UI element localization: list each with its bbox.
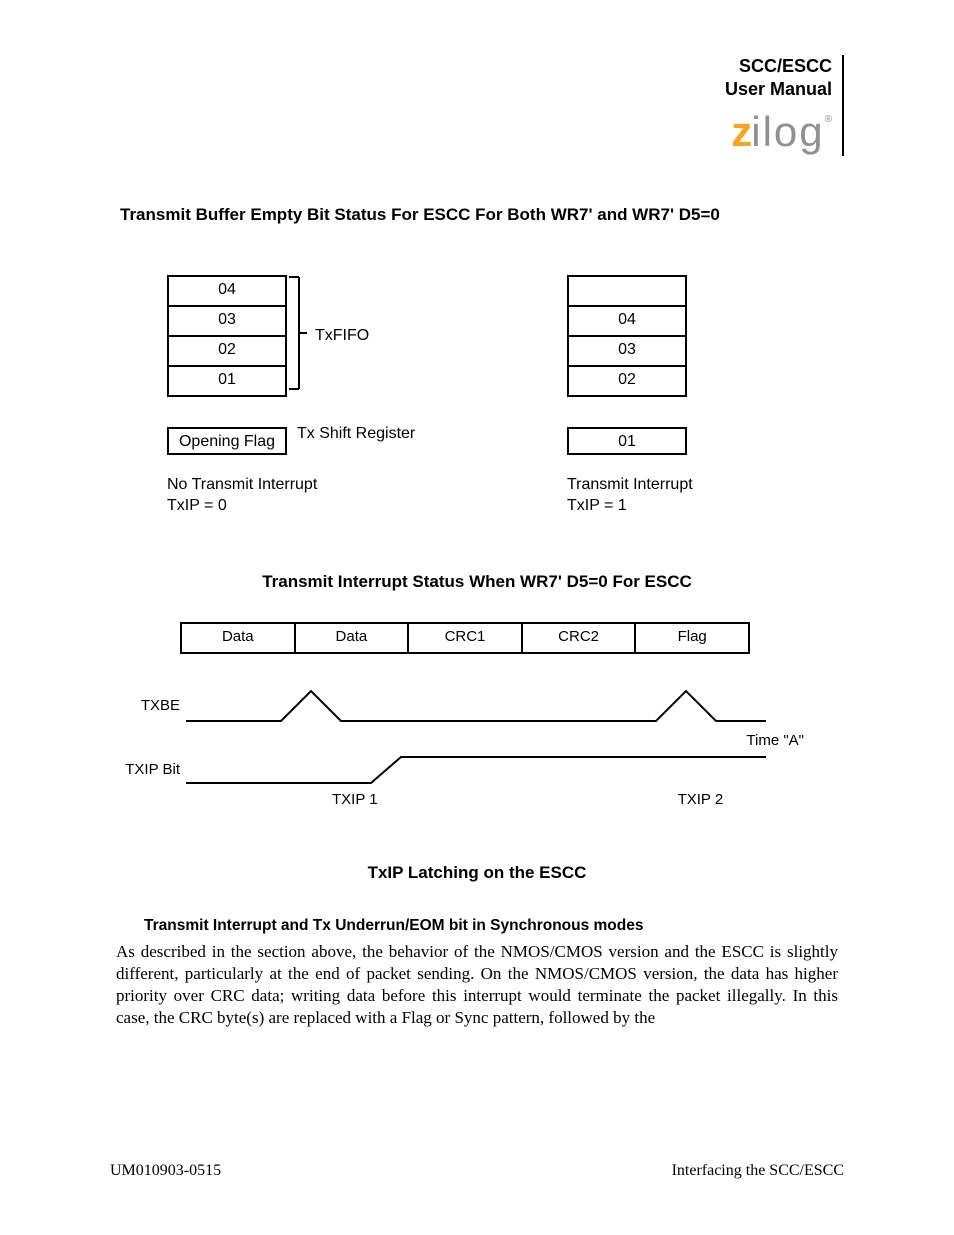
txip1-label: TXIP 1	[332, 791, 378, 808]
txbe-signal-row: TXBE	[120, 686, 834, 726]
logo-registered: ®	[825, 114, 832, 125]
fifo-cell: 04	[169, 277, 285, 307]
section-heading: Transmit Buffer Empty Bit Status For ESC…	[120, 205, 844, 225]
fifo-left-shift: Opening Flag	[167, 427, 287, 455]
byte-row: Data Data CRC1 CRC2 Flag	[180, 622, 750, 654]
txip-waveform-icon	[186, 753, 766, 787]
left-caption: No Transmit Interrupt TxIP = 0	[167, 475, 387, 517]
byte-cell: Data	[296, 624, 410, 652]
zilog-logo: zilog®	[725, 108, 832, 156]
fifo-right-column: 04 03 02 01 Transmit Interrupt TxIP = 1	[567, 275, 787, 517]
byte-cell: CRC1	[409, 624, 523, 652]
txip-signal-row: TXIP Bit	[120, 753, 834, 787]
byte-cell: Flag	[636, 624, 748, 652]
page-header: SCC/ESCC User Manual zilog®	[725, 55, 844, 156]
timing-diagram: Data Data CRC1 CRC2 Flag TXBE Time "A" T…	[120, 622, 834, 808]
body-paragraph: As described in the section above, the b…	[116, 941, 838, 1029]
fifo-right-shift: 01	[567, 427, 687, 455]
page-footer: UM010903-0515 Interfacing the SCC/ESCC	[110, 1162, 844, 1180]
fifo-right-stack: 04 03 02	[567, 275, 687, 397]
txip-label: TXIP Bit	[120, 761, 186, 778]
txbe-label: TXBE	[120, 697, 186, 714]
header-title-line1: SCC/ESCC	[739, 56, 832, 76]
logo-letter-z: z	[731, 108, 751, 155]
left-caption-line1: No Transmit Interrupt	[167, 476, 317, 493]
figure1-caption: Transmit Interrupt Status When WR7' D5=0…	[110, 572, 844, 592]
header-title-line2: User Manual	[725, 79, 832, 99]
txfifo-label: TxFIFO	[315, 327, 369, 345]
txip2-label: TXIP 2	[678, 791, 724, 808]
logo-letters-ilog: ilog	[751, 108, 824, 155]
footer-right: Interfacing the SCC/ESCC	[672, 1162, 844, 1180]
txip-annotations: TXIP 1 TXIP 2	[180, 791, 834, 808]
fifo-cell: 04	[569, 307, 685, 337]
right-caption-line2: TxIP = 1	[567, 497, 627, 514]
fifo-diagram: 04 03 02 01 TxFIFO Opening Flag Tx Shift…	[110, 275, 844, 517]
byte-cell: Data	[182, 624, 296, 652]
bracket-icon	[289, 275, 307, 391]
fifo-cell	[569, 277, 685, 307]
fifo-cell: 03	[169, 307, 285, 337]
right-caption: Transmit Interrupt TxIP = 1	[567, 475, 787, 517]
right-caption-line1: Transmit Interrupt	[567, 476, 693, 493]
footer-left: UM010903-0515	[110, 1162, 221, 1180]
time-a-label: Time "A"	[120, 732, 834, 749]
fifo-cell: 03	[569, 337, 685, 367]
txbe-waveform-icon	[186, 686, 766, 726]
fifo-cell: 02	[569, 367, 685, 395]
fifo-cell: 01	[169, 367, 285, 395]
byte-cell: CRC2	[523, 624, 637, 652]
shift-register-label: Tx Shift Register	[297, 425, 415, 443]
left-caption-line2: TxIP = 0	[167, 497, 227, 514]
fifo-left-stack: 04 03 02 01	[167, 275, 287, 397]
fifo-cell: 02	[169, 337, 285, 367]
fifo-left-column: 04 03 02 01 TxFIFO Opening Flag Tx Shift…	[167, 275, 387, 517]
sub-heading: Transmit Interrupt and Tx Underrun/EOM b…	[144, 917, 844, 935]
figure2-caption: TxIP Latching on the ESCC	[110, 863, 844, 883]
